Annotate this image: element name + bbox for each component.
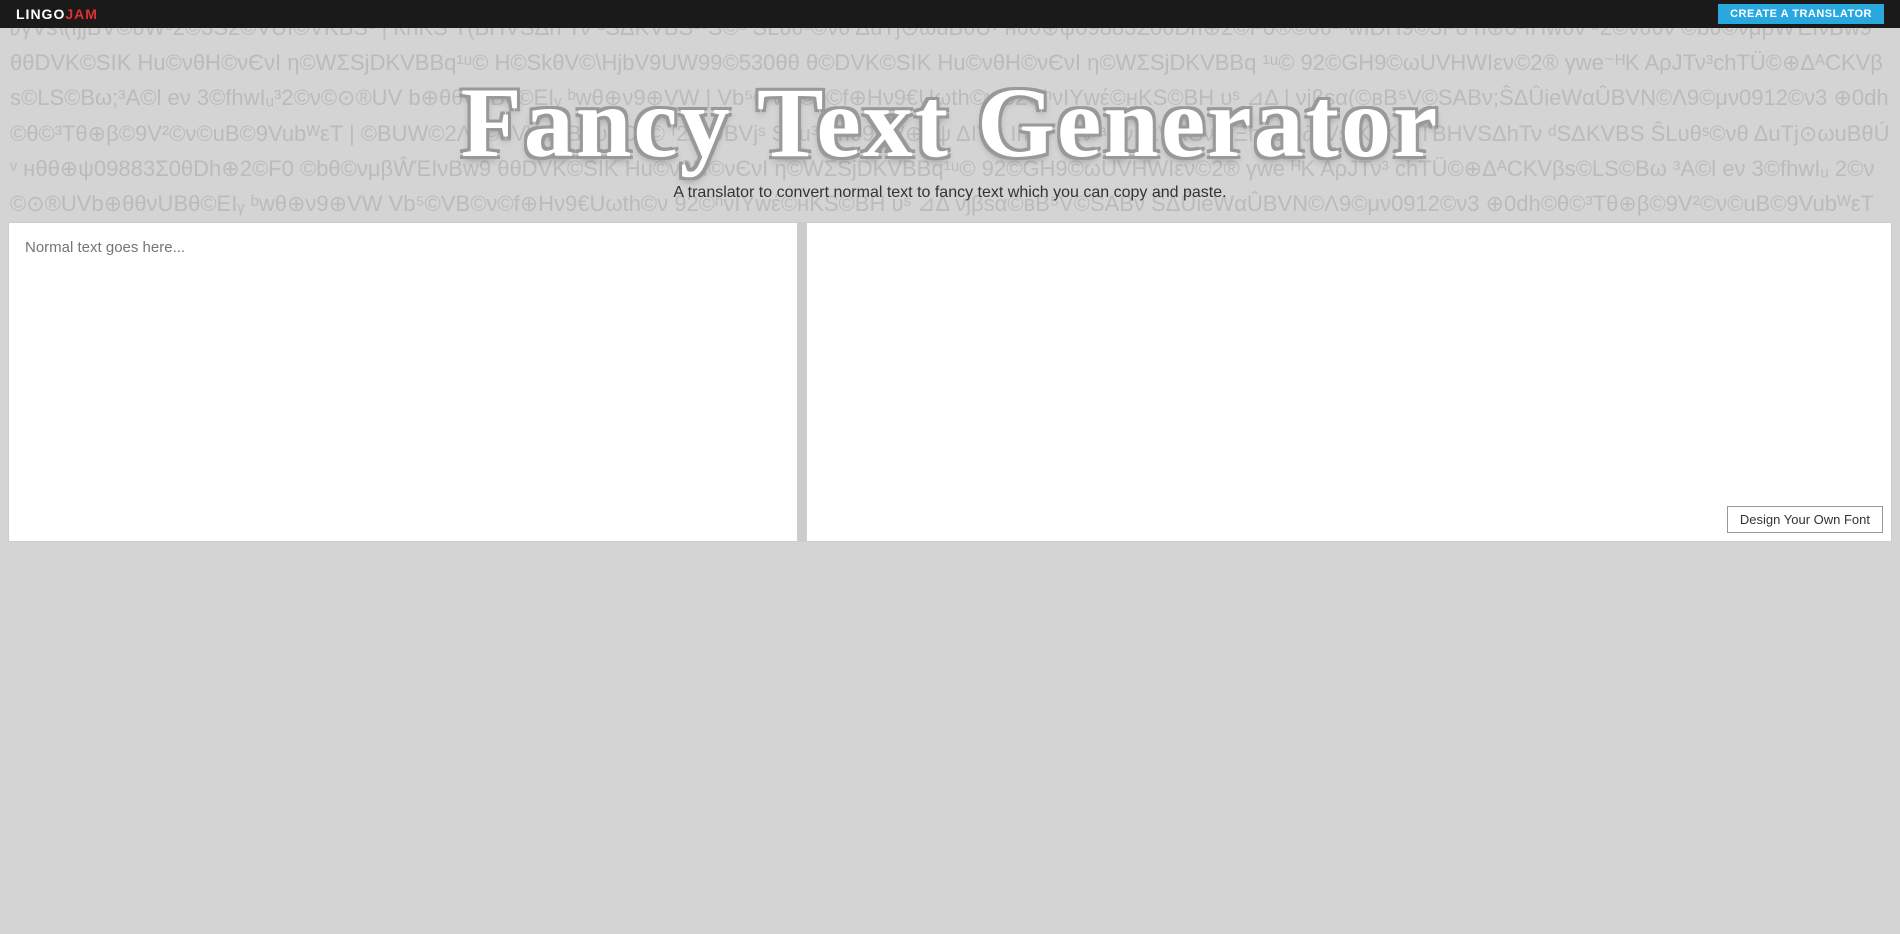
page-title: Fancy Text Generator — [20, 68, 1880, 178]
design-font-button[interactable]: Design Your Own Font — [1727, 506, 1883, 533]
panels-container: Design Your Own Font — [0, 222, 1900, 542]
output-text — [807, 223, 1891, 501]
divider — [798, 222, 806, 542]
navbar: LINGOJAM CREATE A TRANSLATOR — [0, 0, 1900, 28]
input-textarea[interactable] — [9, 223, 797, 541]
logo-lingo: LINGO — [16, 6, 65, 22]
create-translator-button[interactable]: CREATE A TRANSLATOR — [1718, 4, 1884, 24]
hero-subtitle: A translator to convert normal text to f… — [20, 184, 1880, 202]
output-panel: Design Your Own Font — [806, 222, 1892, 542]
hero-section: Fancy Text Generator A translator to con… — [0, 28, 1900, 222]
logo: LINGOJAM — [16, 6, 98, 22]
right-panel-footer: Design Your Own Font — [1727, 506, 1883, 533]
logo-jam: JAM — [65, 6, 98, 22]
input-panel — [8, 222, 798, 542]
